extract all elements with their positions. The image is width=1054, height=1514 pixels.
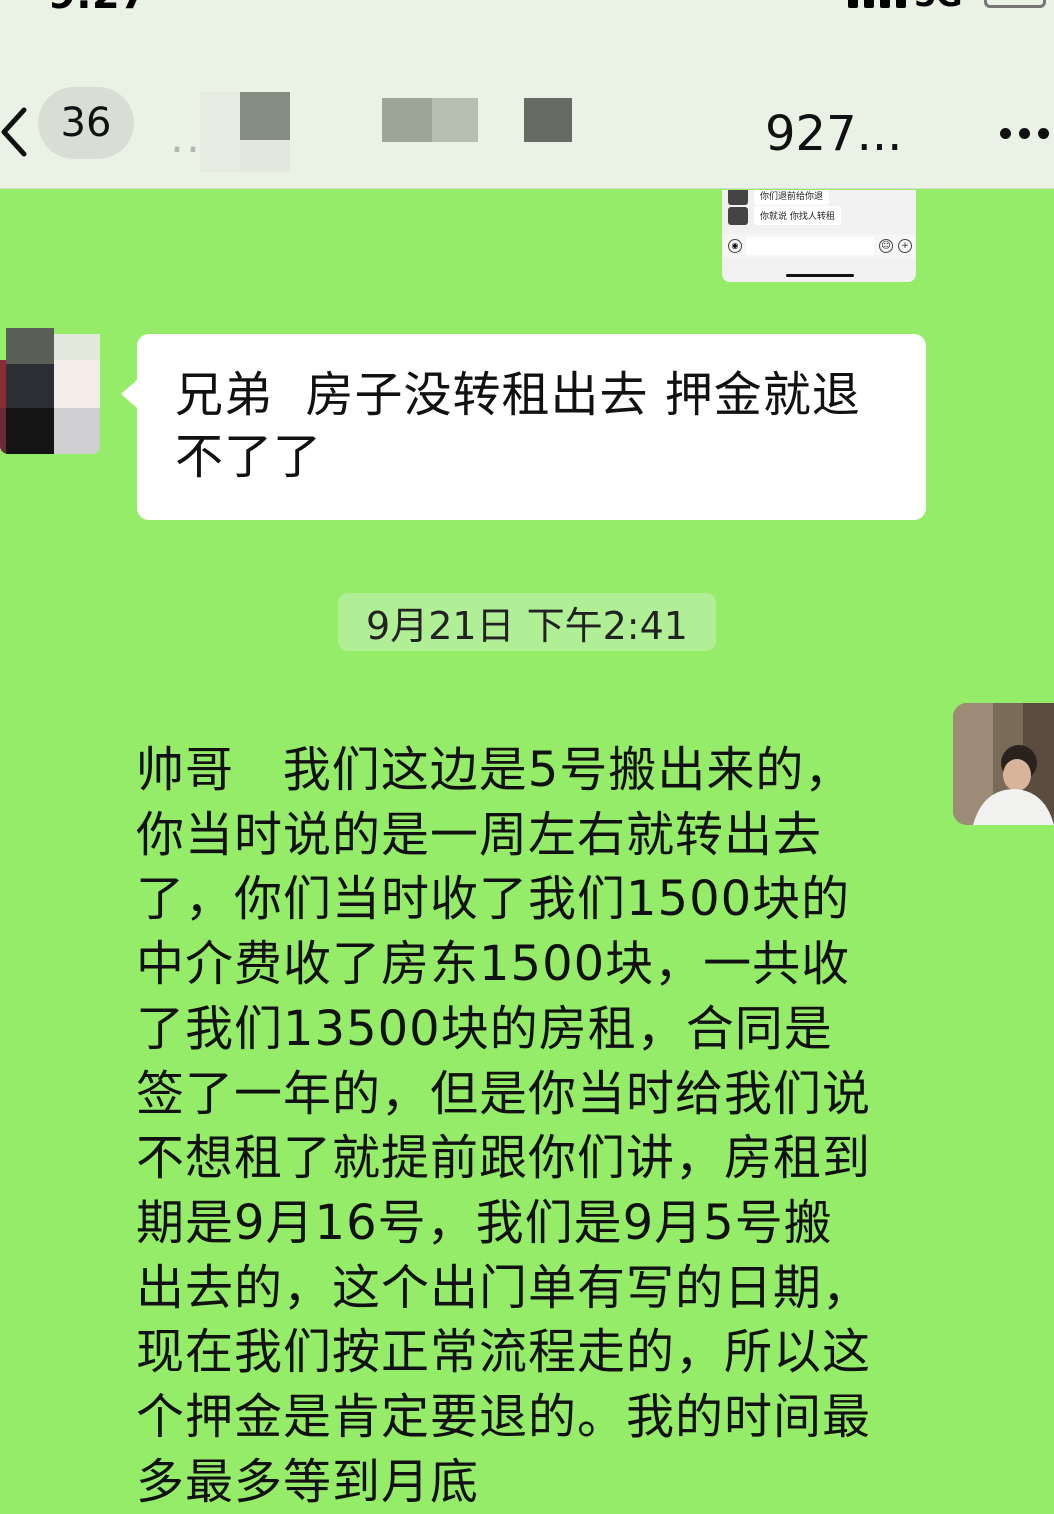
chat-header: 36 ... 927... (0, 14, 1054, 189)
embedded-avatar (728, 206, 748, 225)
embedded-message: 你就说 你找人转租 (728, 206, 841, 225)
title-mosaic (382, 98, 432, 142)
outgoing-message-text[interactable]: 帅哥 我们这边是5号搬出来的，你当时说的是一周左右就转出去了，你们当时收了我们1… (136, 738, 880, 1514)
incoming-message-bubble[interactable]: 兄弟 房子没转租出去 押金就退不了了 (121, 334, 926, 520)
embedded-text-field (746, 237, 874, 255)
user-avatar-image (953, 703, 1054, 825)
signal-icon (848, 0, 908, 8)
chat-title: ... (170, 92, 650, 172)
embedded-screenshot: 你们退前给你退 你就说 你找人转租 ◉ ☺ + (722, 190, 916, 282)
embedded-input-bar: ◉ ☺ + (722, 234, 916, 258)
title-mosaic (200, 92, 240, 172)
more-options-icon[interactable] (1000, 128, 1049, 139)
user-avatar[interactable] (953, 703, 1054, 825)
status-bar: 9:27 5G (0, 0, 1054, 14)
network-label: 5G (914, 0, 963, 14)
title-mosaic (432, 98, 478, 142)
chat-title-count: 927... (765, 106, 903, 162)
back-icon[interactable] (0, 102, 30, 162)
embedded-avatar (728, 190, 748, 205)
contact-avatar-image (0, 318, 100, 454)
embedded-bubble: 你就说 你找人转租 (754, 206, 841, 225)
voice-icon: ◉ (728, 239, 742, 253)
embedded-bubble: 你们退前给你退 (754, 190, 830, 205)
contact-avatar[interactable] (0, 318, 100, 454)
emoji-icon: ☺ (879, 239, 893, 253)
incoming-message-text: 兄弟 房子没转租出去 押金就退不了了 (175, 367, 861, 485)
unread-count-badge[interactable]: 36 (38, 87, 134, 159)
message-timestamp: 9月21日 下午2:41 (338, 593, 716, 651)
plus-icon: + (898, 239, 912, 253)
title-mosaic (240, 140, 290, 172)
title-mosaic (240, 92, 290, 140)
home-indicator (786, 274, 854, 277)
battery-icon (984, 0, 1046, 8)
title-mosaic (524, 98, 572, 142)
status-time: 9:27 (48, 0, 148, 14)
embedded-message: 你们退前给你退 (728, 190, 830, 205)
